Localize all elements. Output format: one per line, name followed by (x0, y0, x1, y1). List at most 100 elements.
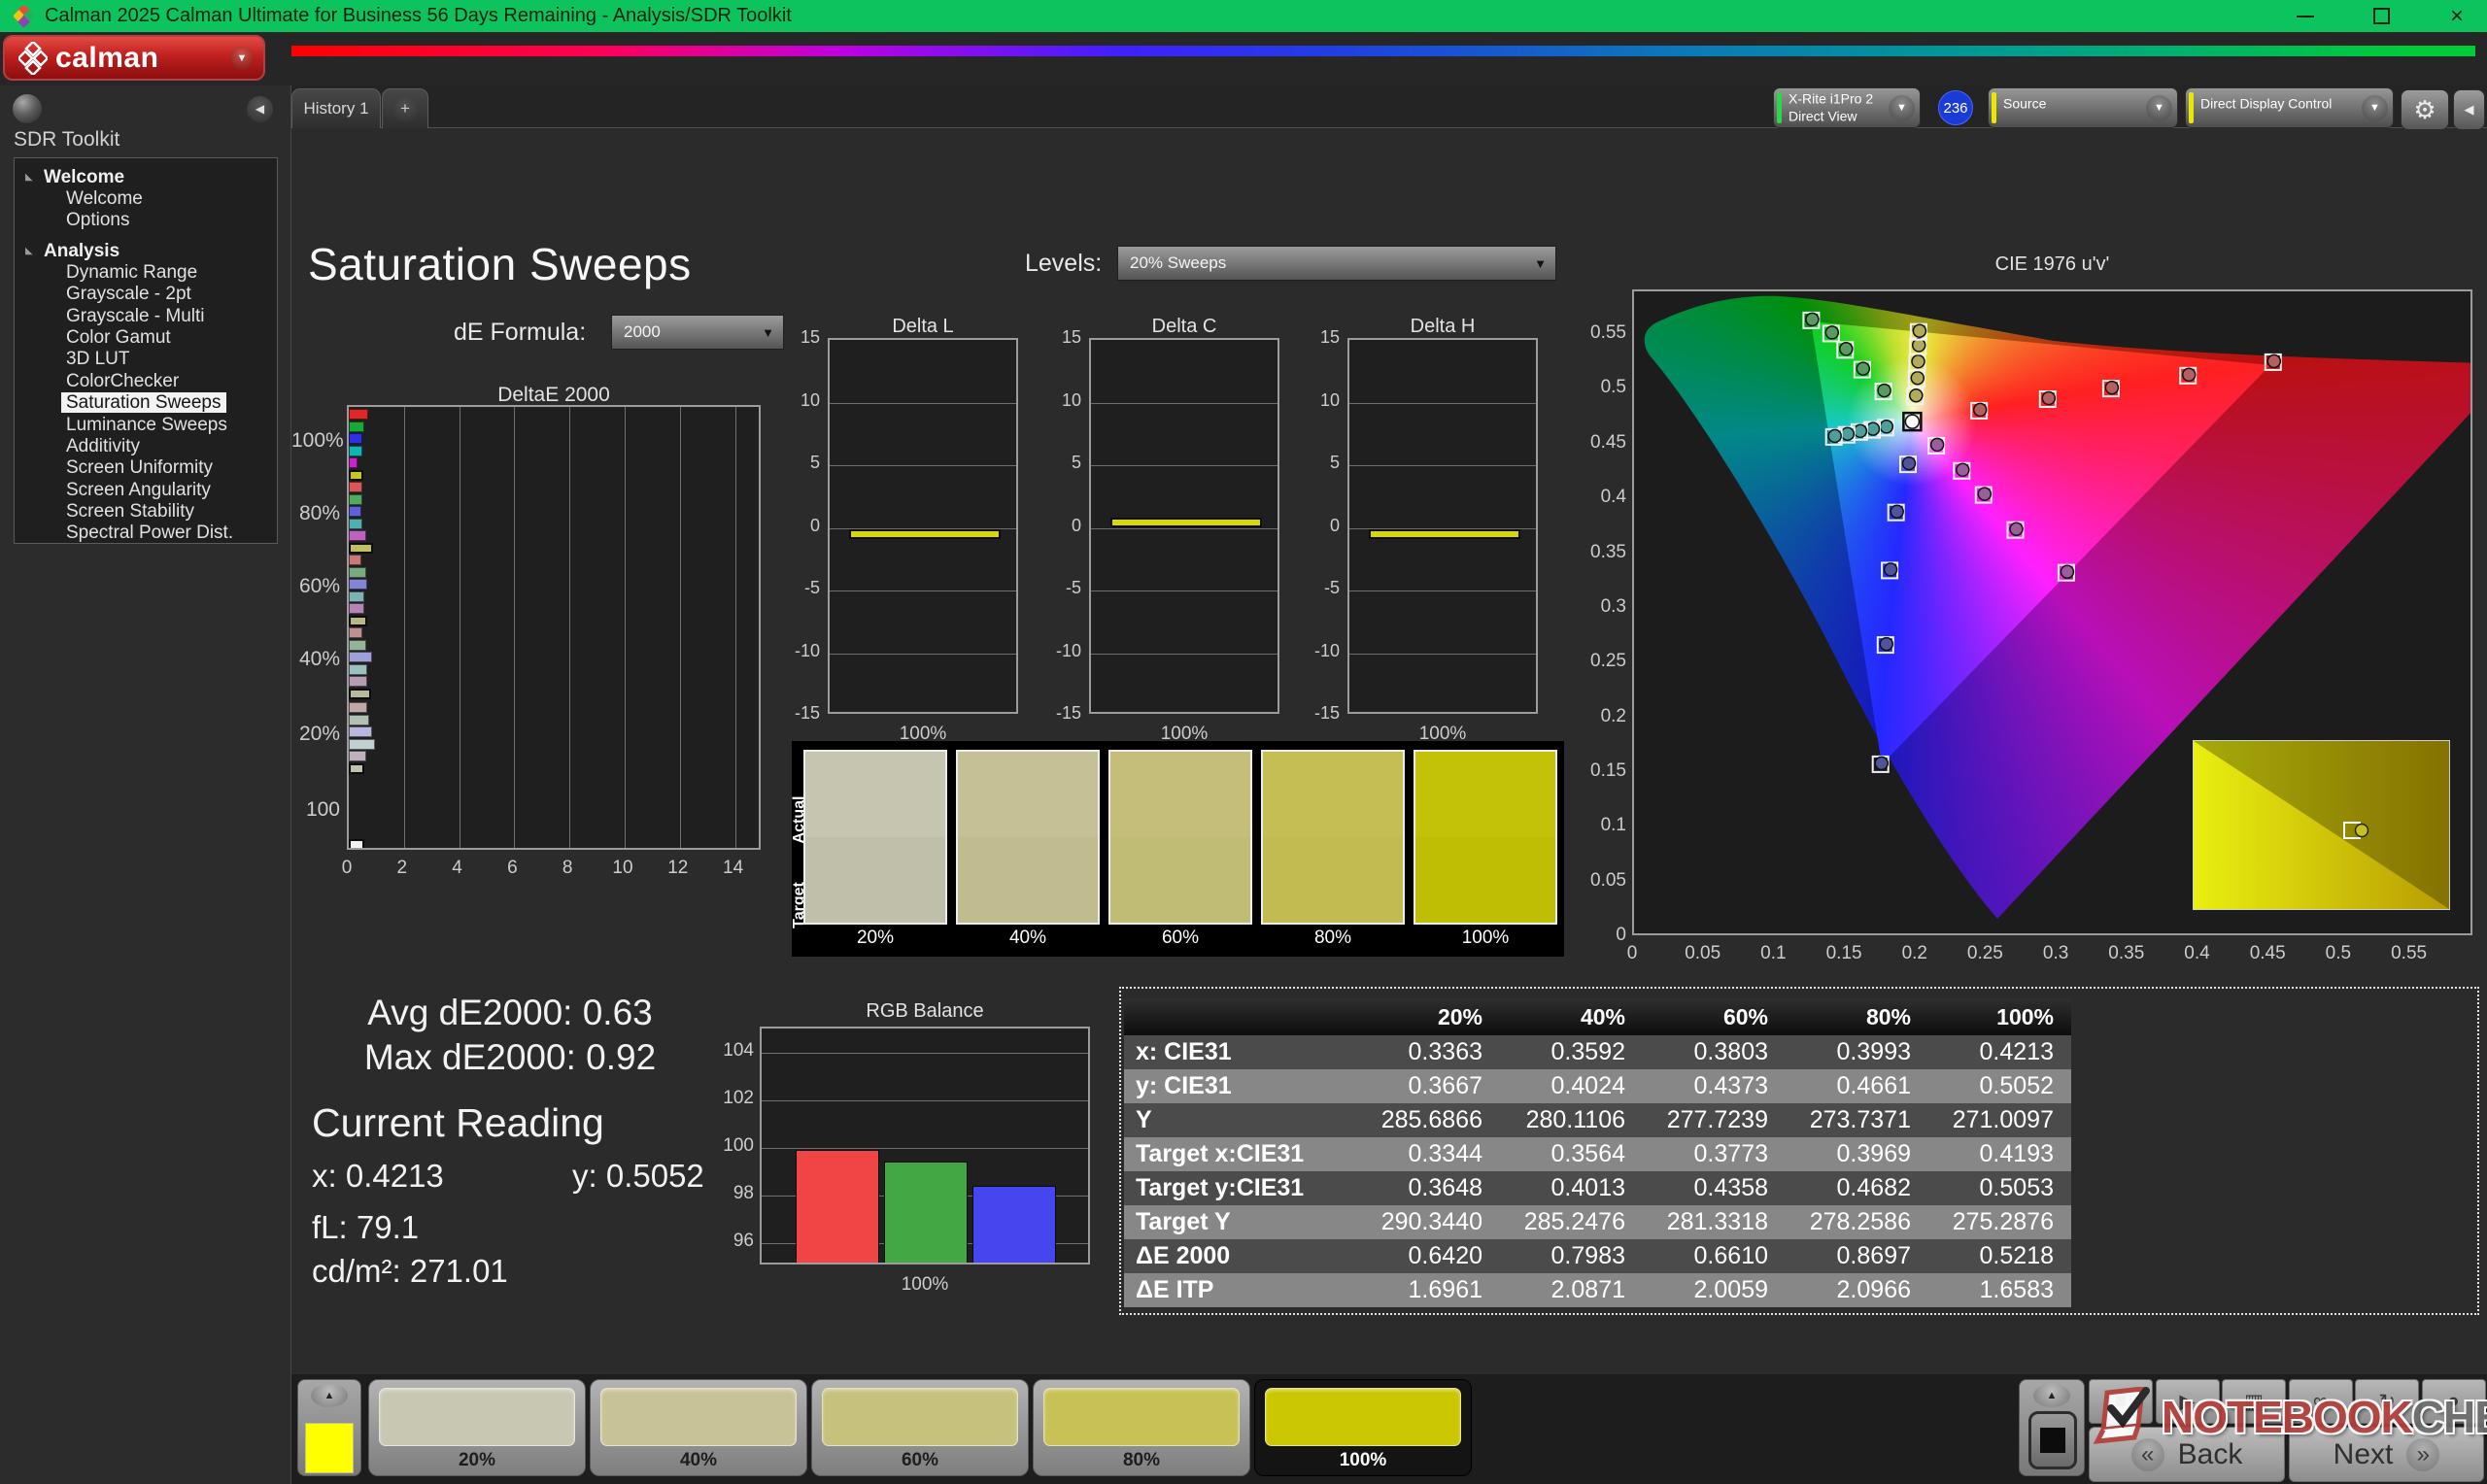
sidebar-item-luminance-sweeps[interactable]: Luminance Sweeps (15, 415, 277, 436)
sidebar-item-grayscale-multi[interactable]: Grayscale - Multi (15, 306, 277, 327)
cie-measured-cyan-3 (1841, 427, 1854, 440)
sidebar-item-dynamic-range[interactable]: Dynamic Range (15, 262, 277, 284)
scroll-up-icon[interactable]: ▲ (311, 1384, 348, 1407)
meter-dropdown[interactable]: X-Rite i1Pro 2Direct View ▼ (1773, 87, 1921, 128)
chevron-down-icon: ▼ (1534, 256, 1547, 271)
deltae-bar-60-magenta (349, 603, 364, 614)
sidebar-item-spectral-power-dist[interactable]: Spectral Power Dist. (15, 523, 277, 544)
restore-button[interactable] (2368, 4, 2394, 29)
panel-collapse-button[interactable]: ◀ (2453, 89, 2485, 130)
record-icon: ● (2447, 1390, 2460, 1413)
table-cell: 0.3648 (1357, 1171, 1500, 1205)
stop-measure-button[interactable] (2028, 1411, 2077, 1469)
sidebar-item-welcome[interactable]: Welcome (15, 188, 277, 210)
chevron-down-icon[interactable]: ▼ (1889, 95, 1915, 121)
cie-measured-yellow-3 (1913, 339, 1925, 352)
chart-title: RGB Balance (760, 1000, 1090, 1023)
play-button[interactable]: ▶ (2156, 1379, 2220, 1424)
source-dropdown[interactable]: Source ▼ (1988, 87, 2178, 128)
expander-icon[interactable]: ◣ (25, 167, 33, 188)
sidebar-group-welcome[interactable]: ◣Welcome (15, 167, 277, 188)
play-icon: ▶ (2179, 1390, 2195, 1414)
y-tick: 0.5 (1584, 377, 1626, 398)
swatch-60 (1108, 750, 1252, 925)
table-cell: 0.5218 (1928, 1239, 2071, 1273)
x-tick: 12 (659, 858, 698, 879)
cie1976-chart: CIE 1976 u'v' 00.050.10.150.20.250.30.35… (1584, 248, 2487, 976)
sidebar-collapse-button[interactable]: ◀ (247, 96, 273, 122)
cie-measured-magenta-4 (2061, 565, 2073, 578)
rainbow-strip (291, 46, 2475, 56)
sidebar-item-3d-lut[interactable]: 3D LUT (15, 349, 277, 370)
sidebar-item-saturation-sweeps[interactable]: Saturation Sweeps (15, 392, 277, 414)
y-tick: 15 (783, 327, 820, 348)
swatch-label: 100% (1414, 928, 1557, 949)
refresh-button[interactable]: ↻ (2355, 1379, 2419, 1424)
scroll-up-icon[interactable]: ▲ (2033, 1384, 2070, 1407)
deltae-bar-80-blue (349, 506, 361, 517)
current-patch-color[interactable] (305, 1423, 354, 1473)
swatch-20 (803, 750, 947, 925)
sidebar-item-colorchecker[interactable]: ColorChecker (15, 371, 277, 392)
stop-button[interactable]: ■ (2089, 1379, 2153, 1424)
settings-button[interactable]: ⚙ (2401, 89, 2449, 130)
sidebar-item-grayscale-2pt[interactable]: Grayscale - 2pt (15, 284, 277, 305)
minimize-button[interactable] (2293, 4, 2318, 29)
brand-name: calman (55, 42, 158, 75)
x-tick: 0 (1607, 943, 1657, 964)
patch-tile-20[interactable]: 20% (368, 1379, 586, 1476)
chevron-down-icon[interactable]: ▼ (2362, 95, 2388, 121)
y-tick: -15 (1044, 703, 1081, 724)
chevron-down-icon[interactable]: ▼ (2146, 95, 2172, 121)
patch-tile-80[interactable]: 80% (1033, 1379, 1250, 1476)
swatch-actual (1263, 752, 1403, 837)
measurement-table[interactable]: 20%40%60%80%100%x: CIE310.33630.35920.38… (1124, 998, 2071, 1307)
cie-measured-green-3 (1825, 326, 1838, 339)
patch-tile-100[interactable]: 100% (1254, 1379, 1472, 1476)
workflow-orb-button[interactable] (13, 94, 42, 123)
patch-swatch (822, 1388, 1018, 1446)
back-button[interactable]: «Back (2089, 1427, 2285, 1482)
display-control-dropdown[interactable]: Direct Display Control ▼ (2185, 87, 2394, 128)
patch-tile-60[interactable]: 60% (811, 1379, 1029, 1476)
sidebar-item-color-gamut[interactable]: Color Gamut (15, 327, 277, 349)
delta-bar (849, 529, 1001, 539)
y-tick: 10 (783, 390, 820, 411)
table-cell: 0.4661 (1786, 1069, 1928, 1103)
cie-measured-green-2 (1840, 343, 1853, 355)
table-cell: 0.4013 (1500, 1171, 1643, 1205)
loop-button[interactable]: ∞ (2289, 1379, 2353, 1424)
calman-menu-button[interactable]: calman ▼ (3, 35, 265, 81)
deltae-bar-60-green (349, 567, 366, 578)
deltae-bar-20-blue (349, 726, 372, 737)
sidebar-item-screen-stability[interactable]: Screen Stability (15, 501, 277, 523)
cie-measured-yellow-0 (1910, 389, 1923, 402)
meter-count-badge[interactable]: 236 (1938, 90, 1973, 125)
titlebar: Calman 2025 Calman Ultimate for Business… (0, 0, 2487, 32)
sidebar-item-screen-angularity[interactable]: Screen Angularity (15, 480, 277, 501)
swatch-label: 80% (1261, 928, 1405, 949)
sidebar-title: SDR Toolkit (14, 128, 119, 152)
de-formula-dropdown[interactable]: 2000▼ (611, 315, 784, 350)
table-cell: 0.3363 (1357, 1035, 1500, 1069)
levels-dropdown[interactable]: 20% Sweeps▼ (1117, 246, 1556, 281)
display-control-status-stripe (2189, 92, 2194, 123)
add-tab-button[interactable]: + (382, 88, 428, 128)
deltae-bar-20-magenta (349, 751, 366, 761)
x-tick: 0.25 (1959, 943, 2010, 964)
next-button[interactable]: Next» (2289, 1427, 2484, 1482)
expander-icon[interactable]: ◣ (25, 241, 33, 262)
y-tick: 102 (719, 1088, 754, 1109)
sidebar-group-analysis[interactable]: ◣Analysis (15, 241, 277, 262)
brand-dropdown-icon[interactable]: ▼ (230, 47, 254, 70)
close-button[interactable]: × (2444, 4, 2470, 29)
x-tick: 100% (760, 1274, 1090, 1296)
levels-icon: ▥ (2244, 1390, 2264, 1414)
tab-history-1[interactable]: History 1 (291, 88, 381, 128)
sidebar-item-additivity[interactable]: Additivity (15, 436, 277, 457)
record-button[interactable]: ● (2422, 1379, 2486, 1424)
sidebar-item-options[interactable]: Options (15, 210, 277, 231)
patch-tile-40[interactable]: 40% (590, 1379, 807, 1476)
levels-button[interactable]: ▥ (2222, 1379, 2286, 1424)
sidebar-item-screen-uniformity[interactable]: Screen Uniformity (15, 457, 277, 479)
